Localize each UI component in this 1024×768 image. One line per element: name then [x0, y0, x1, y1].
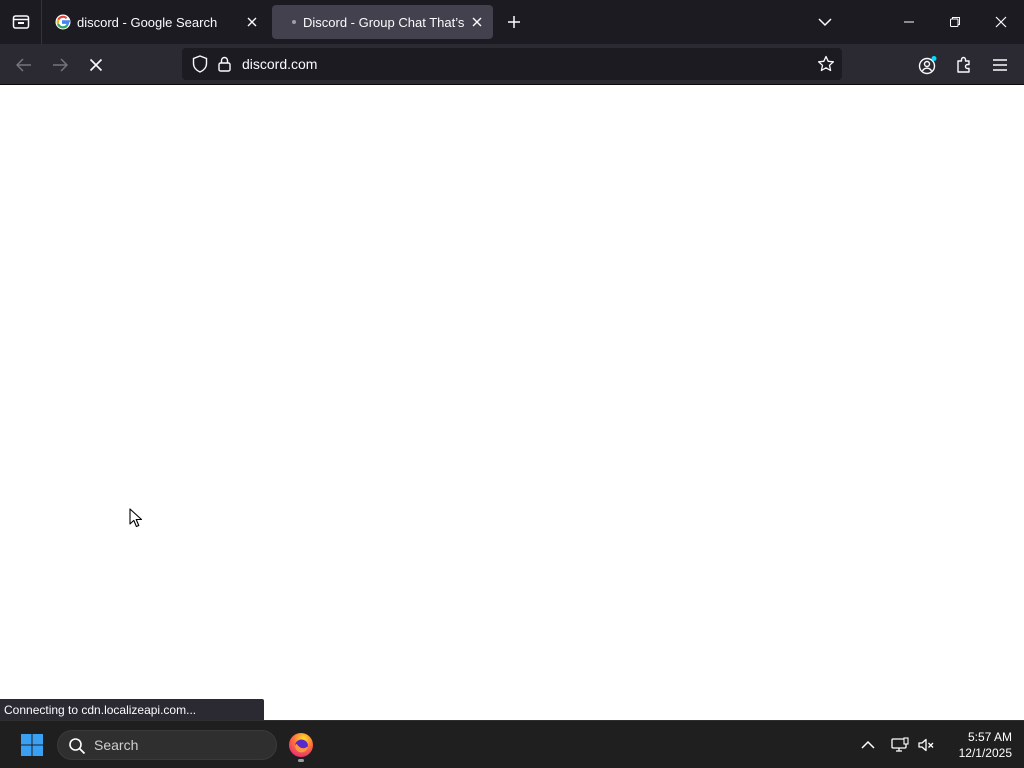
- stop-x-icon: [89, 58, 103, 72]
- tracking-protection-shield-icon[interactable]: [188, 52, 212, 76]
- clock-date: 12/1/2025: [958, 746, 1012, 760]
- running-app-indicator: [298, 759, 304, 762]
- search-placeholder: Search: [94, 737, 139, 753]
- lock-icon[interactable]: [214, 52, 234, 76]
- hamburger-menu-icon: [993, 59, 1007, 71]
- plus-icon: [508, 16, 520, 28]
- minimize-button[interactable]: [886, 0, 932, 44]
- windows-logo-icon: [21, 734, 43, 756]
- network-monitor-icon: [891, 737, 909, 752]
- firefox-view-icon: [12, 15, 29, 29]
- close-tab-icon[interactable]: [240, 10, 264, 34]
- google-g-icon: [55, 14, 71, 30]
- url-bar[interactable]: discord.com: [182, 48, 842, 80]
- network-button[interactable]: [888, 733, 912, 757]
- close-tab-icon[interactable]: [465, 10, 489, 34]
- mouse-cursor-icon: [129, 508, 143, 528]
- taskbar-search-box[interactable]: Search: [57, 730, 277, 760]
- chevron-down-icon: [818, 18, 832, 27]
- status-panel: Connecting to cdn.localizeapi.com...: [0, 699, 264, 720]
- close-icon: [995, 16, 1007, 28]
- bookmark-star-icon[interactable]: [814, 52, 838, 76]
- app-menu-button[interactable]: [985, 50, 1015, 80]
- chevron-up-icon: [861, 740, 875, 749]
- puzzle-piece-icon: [957, 56, 970, 73]
- forward-button[interactable]: [45, 50, 75, 80]
- close-window-button[interactable]: [978, 0, 1024, 44]
- extensions-button[interactable]: [949, 50, 979, 80]
- volume-button[interactable]: [914, 733, 938, 757]
- page-content[interactable]: [0, 85, 1024, 720]
- system-clock[interactable]: 5:57 AM 12/1/2025: [942, 729, 1012, 761]
- tab-title: Discord - Group Chat That’s All Fun & Ga…: [303, 14, 465, 30]
- back-button[interactable]: [9, 50, 39, 80]
- tab-strip: discord - Google Search Discord - Group …: [0, 0, 1024, 44]
- show-hidden-icons-button[interactable]: [856, 733, 880, 757]
- restore-icon: [950, 17, 960, 27]
- stop-button[interactable]: [81, 50, 111, 80]
- firefox-logo-icon: [289, 733, 313, 757]
- tab-discord[interactable]: Discord - Group Chat That’s All Fun & Ga…: [272, 5, 493, 39]
- navigation-toolbar: discord.com: [0, 44, 1024, 85]
- search-icon: [69, 738, 86, 755]
- speaker-muted-icon: [918, 738, 934, 752]
- list-all-tabs-button[interactable]: [813, 10, 837, 34]
- arrow-left-icon: [16, 58, 31, 72]
- tab-google-search[interactable]: discord - Google Search: [46, 5, 268, 39]
- restore-button[interactable]: [932, 0, 978, 44]
- url-text[interactable]: discord.com: [242, 56, 317, 72]
- taskbar: Search 5:57 AM 12/1/2025: [0, 720, 1024, 768]
- firefox-view-button[interactable]: [0, 0, 42, 44]
- minimize-icon: [904, 21, 914, 23]
- start-button[interactable]: [14, 729, 50, 761]
- taskbar-firefox-button[interactable]: [284, 727, 318, 763]
- new-tab-button[interactable]: [502, 10, 526, 34]
- account-icon: [918, 56, 937, 75]
- account-button[interactable]: [913, 50, 943, 80]
- tab-title: discord - Google Search: [77, 14, 218, 30]
- loading-dot-icon: [281, 14, 297, 30]
- arrow-right-icon: [53, 58, 68, 72]
- clock-time: 5:57 AM: [967, 730, 1012, 744]
